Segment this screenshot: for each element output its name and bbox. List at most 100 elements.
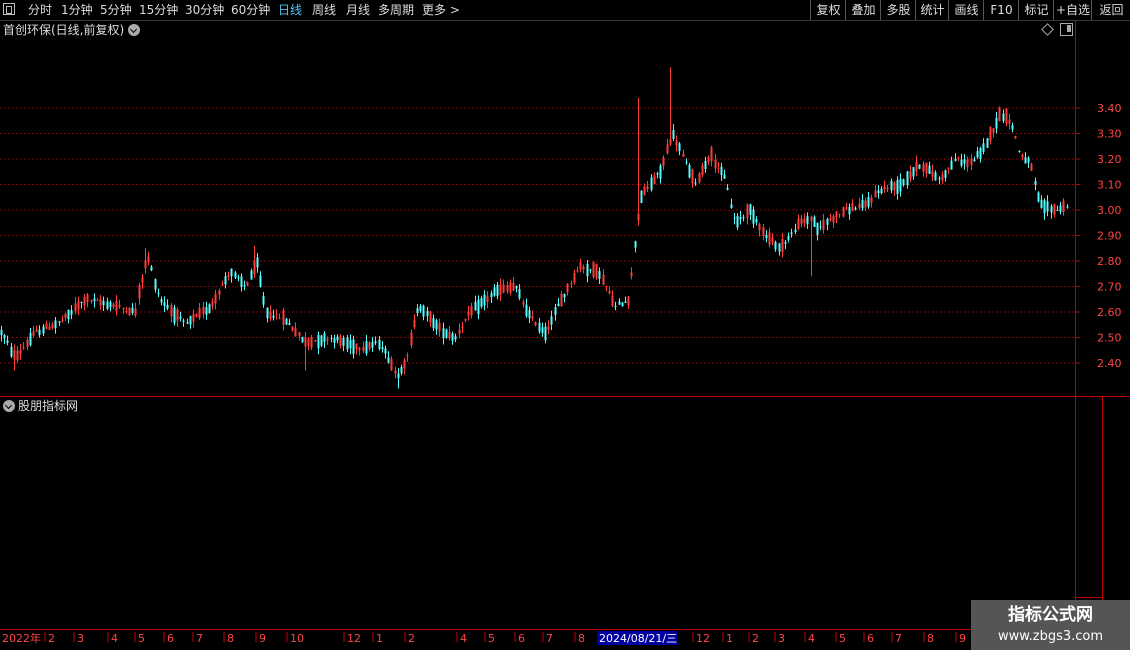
adjust-button[interactable]: 复权 <box>810 0 846 20</box>
period-tab-5min[interactable]: 5分钟 <box>100 2 132 18</box>
price-axis: 3.40 3.30 3.20 3.10 3.00 2.90 2.80 2.70 2.60 2.50… <box>1075 102 1122 370</box>
statistics-button[interactable]: 统计 <box>915 0 949 20</box>
period-tab-monthly[interactable]: 月线 <box>346 2 370 18</box>
candle-body <box>6 340 9 344</box>
candle-body <box>195 314 198 317</box>
candle-body <box>202 306 205 315</box>
candle-body <box>336 336 339 341</box>
candle-body <box>730 204 733 208</box>
candle-body <box>714 159 717 169</box>
candle-body <box>874 190 877 198</box>
period-toolbar: 分时 1分钟 5分钟 15分钟 30分钟 60分钟 日线 周线 月线 多周期 更… <box>0 0 1130 21</box>
candle-body <box>800 218 803 224</box>
candle-body <box>349 340 352 348</box>
candle-body <box>182 320 185 322</box>
candle-body <box>797 218 800 230</box>
f10-button[interactable]: F10 <box>983 0 1019 20</box>
candle-body <box>557 303 560 307</box>
stock-title: 首创环保(日线,前复权) <box>3 22 141 38</box>
period-tab-1min[interactable]: 1分钟 <box>61 2 93 18</box>
period-tab-more[interactable]: 更多 > <box>422 2 460 18</box>
panel-toggle-icon[interactable] <box>1060 23 1073 36</box>
candle-body <box>630 272 633 277</box>
period-tab-multi[interactable]: 多周期 <box>378 2 414 18</box>
price-tick-label: 2.50 <box>1097 332 1122 345</box>
mark-button[interactable]: 标记 <box>1018 0 1054 20</box>
candle-body <box>813 216 816 227</box>
overlay-button[interactable]: 叠加 <box>845 0 881 20</box>
candle-body <box>38 329 41 336</box>
candle-body <box>659 165 662 179</box>
candle-body <box>1037 192 1040 202</box>
period-tab-timeshare[interactable]: 分时 <box>28 2 52 18</box>
candle-body <box>51 324 54 329</box>
period-tab-daily[interactable]: 日线 <box>278 2 302 18</box>
candle-body <box>115 300 118 312</box>
candle-body <box>995 117 998 129</box>
candle-body <box>592 261 595 278</box>
candle-body <box>1027 157 1030 163</box>
candle-body <box>957 158 960 160</box>
candle-body <box>634 241 637 248</box>
candle-body <box>624 301 627 303</box>
candle-body <box>474 301 477 311</box>
chevron-down-icon[interactable] <box>128 24 141 36</box>
candle-body <box>42 326 45 334</box>
candle-body <box>445 329 448 338</box>
kline-chart[interactable]: 3.40 3.30 3.20 3.10 3.00 2.90 2.80 2.70 2.60 2.50… <box>0 20 1130 650</box>
back-button[interactable]: 返回 <box>1091 0 1130 20</box>
candle-body <box>723 174 726 179</box>
candle-body <box>787 235 790 240</box>
candle-body <box>672 129 675 139</box>
candle-body <box>1002 113 1005 121</box>
candle-body <box>240 276 243 288</box>
candle-body <box>179 316 182 319</box>
candle-body <box>198 308 201 319</box>
candle-body <box>410 332 413 346</box>
candle-body <box>1062 200 1065 213</box>
candle-body <box>368 342 371 349</box>
indicator-title: 股朋指标网 <box>3 398 78 414</box>
candle-body <box>176 309 179 321</box>
period-tab-15min[interactable]: 15分钟 <box>139 2 178 18</box>
candle-body <box>605 285 608 288</box>
multi-stock-button[interactable]: 多股 <box>880 0 916 20</box>
candle-body <box>259 275 262 287</box>
candle-body <box>710 147 713 162</box>
candle-body <box>749 204 752 215</box>
date-label: 8 <box>578 632 585 645</box>
candle-body <box>221 284 224 286</box>
candle-body <box>128 307 131 316</box>
chevron-down-icon[interactable] <box>3 400 15 412</box>
candle-body <box>90 299 93 302</box>
candle-body <box>566 283 569 293</box>
date-label: 7 <box>895 632 902 645</box>
candle-body <box>230 268 233 277</box>
indicator-title-text: 股朋指标网 <box>18 399 79 413</box>
candle-body <box>989 127 992 142</box>
candle-body <box>1050 206 1053 213</box>
candle-body <box>64 313 67 318</box>
period-tab-30min[interactable]: 30分钟 <box>185 2 224 18</box>
price-tick-label: 2.40 <box>1097 357 1122 370</box>
candle-body <box>598 271 601 280</box>
period-tab-weekly[interactable]: 周线 <box>312 2 336 18</box>
candle-body <box>1030 163 1033 171</box>
date-label: 3 <box>778 632 785 645</box>
candle-body <box>3 335 6 339</box>
period-tab-60min[interactable]: 60分钟 <box>231 2 270 18</box>
date-label: 2024/08/21/三 <box>599 632 677 645</box>
candle-body <box>371 341 374 348</box>
candle-body <box>560 293 563 307</box>
date-label: 1 <box>726 632 733 645</box>
candle-body <box>189 315 192 325</box>
candle-body <box>285 318 288 325</box>
add-watchlist-button[interactable]: +自选 <box>1053 0 1092 20</box>
candle-body <box>739 216 742 220</box>
candle-body <box>746 204 749 219</box>
candle-body <box>67 309 70 320</box>
candle-body <box>554 307 557 316</box>
draw-button[interactable]: 画线 <box>948 0 984 20</box>
candle-body <box>794 229 797 232</box>
window-icon[interactable] <box>3 3 15 15</box>
